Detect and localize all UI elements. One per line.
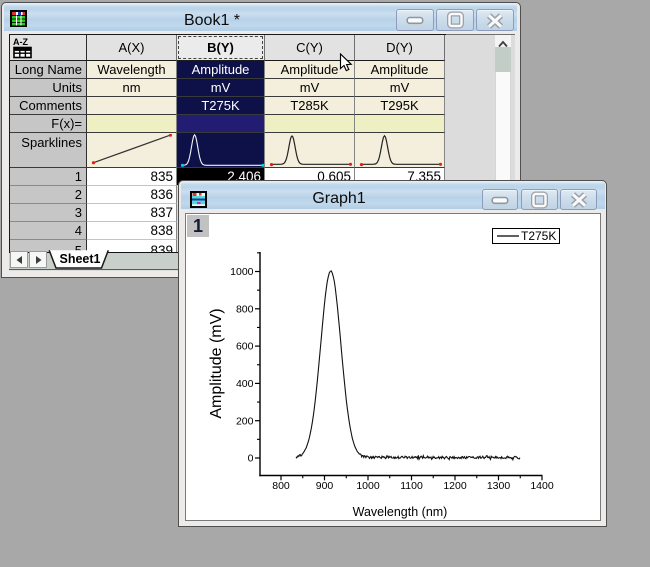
svg-text:A-Z: A-Z <box>13 37 28 47</box>
svg-text:1300: 1300 <box>487 480 511 492</box>
svg-text:Amplitude (mV): Amplitude (mV) <box>208 308 225 418</box>
svg-text:0: 0 <box>248 453 254 465</box>
svg-text:1100: 1100 <box>400 480 423 492</box>
svg-text:800: 800 <box>272 480 290 492</box>
svg-text:1000: 1000 <box>356 480 380 492</box>
svg-text:1400: 1400 <box>530 480 554 492</box>
svg-text:900: 900 <box>316 480 334 492</box>
svg-text:400: 400 <box>236 378 254 390</box>
svg-text:1000: 1000 <box>230 266 254 278</box>
svg-text:1200: 1200 <box>443 480 467 492</box>
svg-text:200: 200 <box>236 415 254 427</box>
svg-text:800: 800 <box>236 303 254 315</box>
svg-text:T275K: T275K <box>521 229 556 242</box>
svg-text:600: 600 <box>236 341 254 353</box>
svg-text:Wavelength (nm): Wavelength (nm) <box>353 505 448 519</box>
